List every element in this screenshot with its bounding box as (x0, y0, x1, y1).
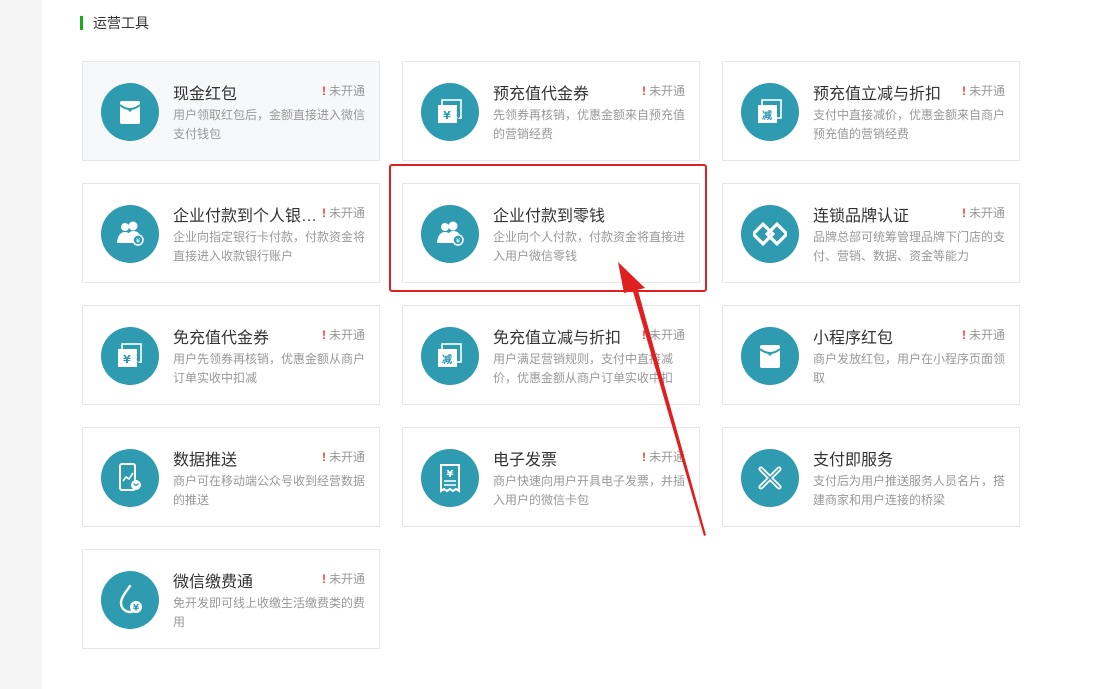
card-title: 预充值代金券 (493, 86, 590, 103)
status-badge: ! 未开通 (962, 82, 1005, 99)
alert-icon: ! (321, 84, 326, 98)
status-text: 未开通 (968, 206, 1005, 220)
card-title: 数据推送 (173, 452, 238, 469)
card-title: 电子发票 (493, 452, 558, 469)
status-badge: ! 未开通 (322, 82, 365, 99)
bill-payment-icon: ¥ (101, 571, 159, 629)
svg-text:¥: ¥ (123, 353, 131, 366)
status-badge: ! 未开通 (642, 326, 685, 343)
card-description: 商户发放红包，用户在小程序页面领取 (813, 352, 1006, 385)
svg-text:¥: ¥ (133, 604, 140, 614)
card-description: 免开发即可线上收缴生活缴费类的费用 (173, 596, 366, 629)
tool-card[interactable]: ¥ 企业付款到零钱企业向个人付款，付款资金将直接进入用户微信零钱 (402, 183, 700, 283)
discount-voucher-icon: 减 (741, 83, 799, 141)
alert-icon: ! (961, 328, 966, 342)
status-badge: ! 未开通 (962, 204, 1005, 221)
status-badge: ! 未开通 (642, 82, 685, 99)
card-description: 商户可在移动端公众号收到经营数据的推送 (173, 474, 366, 507)
tool-card[interactable]: 减预充值立减与折扣! 未开通 支付中直接减价，优惠金额来自商户预充值的营销经费 (722, 61, 1020, 161)
red-packet-icon (101, 83, 159, 141)
card-description: 品牌总部可统筹管理品牌下门店的支付、营销、数据、资金等能力 (813, 230, 1006, 263)
alert-icon: ! (961, 206, 966, 220)
card-description: 企业向个人付款，付款资金将直接进入用户微信零钱 (493, 230, 686, 263)
alert-icon: ! (321, 328, 326, 342)
tool-card[interactable]: 数据推送! 未开通 商户可在移动端公众号收到经营数据的推送 (82, 427, 380, 527)
tool-card[interactable]: 支付即服务支付后为用户推送服务人员名片，搭建商家和用户连接的桥梁 (722, 427, 1020, 527)
alert-icon: ! (321, 572, 326, 586)
card-description: 用户先领券再核销，优惠金额从商户订单实收中扣减 (173, 352, 366, 385)
status-text: 未开通 (328, 450, 365, 464)
section-accent-bar (80, 16, 83, 30)
svg-text:¥: ¥ (447, 469, 454, 480)
discount-voucher-icon: 减 (421, 327, 479, 385)
status-badge: ! 未开通 (322, 448, 365, 465)
tool-card[interactable]: 现金红包! 未开通 用户领取红包后，金额直接进入微信支付钱包 (82, 61, 380, 161)
tool-card[interactable]: ¥ 企业付款到个人银行卡! 未开通企业向指定银行卡付款，付款资金将直接进入收款银行账… (82, 183, 380, 283)
card-description: 支付后为用户推送服务人员名片，搭建商家和用户连接的桥梁 (813, 474, 1006, 507)
status-badge: ! 未开通 (322, 326, 365, 343)
alert-icon: ! (961, 84, 966, 98)
status-badge: ! 未开通 (642, 448, 685, 465)
status-text: 未开通 (328, 206, 365, 220)
people-payment-icon: ¥ (101, 205, 159, 263)
svg-text:¥: ¥ (443, 109, 451, 122)
tool-card[interactable]: ¥ 电子发票! 未开通 商户快速向用户开具电子发票，并插入用户的微信卡包 (402, 427, 700, 527)
status-badge: ! 未开通 (322, 204, 365, 221)
card-title: 小程序红包 (813, 330, 894, 347)
status-text: 未开通 (648, 328, 685, 342)
svg-text:减: 减 (762, 109, 772, 122)
yuan-voucher-icon: ¥ (421, 83, 479, 141)
status-text: 未开通 (328, 84, 365, 98)
card-title: 免充值立减与折扣 (493, 330, 622, 347)
red-packet-icon (741, 327, 799, 385)
card-title: 预充值立减与折扣 (813, 86, 942, 103)
card-description: 用户满足营销规则，支付中直接减价，优惠金额从商户订单实收中扣 (493, 352, 674, 385)
card-title: 免充值代金券 (173, 330, 270, 347)
status-text: 未开通 (648, 450, 685, 464)
invoice-icon: ¥ (421, 449, 479, 507)
svg-text:¥: ¥ (456, 237, 461, 245)
status-badge: ! 未开通 (962, 326, 1005, 343)
card-description: 先领券再核销，优惠金额来自预充值的营销经费 (493, 108, 686, 141)
tool-card[interactable]: 小程序红包! 未开通 商户发放红包，用户在小程序页面领取 (722, 305, 1020, 405)
alert-icon: ! (641, 84, 646, 98)
status-text: 未开通 (968, 84, 1005, 98)
card-title: 企业付款到个人银行卡 (173, 208, 323, 225)
card-title: 连锁品牌认证 (813, 208, 910, 225)
status-badge: ! 未开通 (322, 570, 365, 587)
mobile-chart-icon (101, 449, 159, 507)
section-header: 运营工具 (80, 14, 149, 32)
card-description: 企业向指定银行卡付款，付款资金将直接进入收款银行账户 (173, 230, 366, 263)
tool-card[interactable]: 减免充值立减与折扣! 未开通 用户满足营销规则，支付中直接减价，优惠金额从商户订单实… (402, 305, 700, 405)
card-description: 商户快速向用户开具电子发票，并插入用户的微信卡包 (493, 474, 686, 507)
people-payment-icon: ¥ (421, 205, 479, 263)
status-text: 未开通 (328, 572, 365, 586)
status-text: 未开通 (968, 328, 1005, 342)
alert-icon: ! (321, 206, 326, 220)
card-title: 企业付款到零钱 (493, 208, 606, 225)
card-title: 现金红包 (173, 86, 238, 103)
yuan-voucher-icon: ¥ (101, 327, 159, 385)
status-text: 未开通 (328, 328, 365, 342)
status-text: 未开通 (648, 84, 685, 98)
tool-card[interactable]: 连锁品牌认证! 未开通 品牌总部可统筹管理品牌下门店的支付、营销、数据、资金等能力 (722, 183, 1020, 283)
card-title: 微信缴费通 (173, 574, 254, 591)
tool-card[interactable]: ¥ 预充值代金券! 未开通 先领券再核销，优惠金额来自预充值的营销经费 (402, 61, 700, 161)
svg-text:¥: ¥ (136, 237, 141, 245)
alert-icon: ! (641, 328, 646, 342)
card-description: 支付中直接减价，优惠金额来自商户预充值的营销经费 (813, 108, 1006, 141)
chain-link-icon (741, 205, 799, 263)
alert-icon: ! (641, 450, 646, 464)
alert-icon: ! (321, 450, 326, 464)
tool-card[interactable]: ¥ 免充值代金券! 未开通 用户先领券再核销，优惠金额从商户订单实收中扣减 (82, 305, 380, 405)
card-description: 用户领取红包后，金额直接进入微信支付钱包 (173, 108, 366, 141)
svg-text:减: 减 (442, 353, 452, 366)
tool-card[interactable]: ¥ 微信缴费通! 未开通 免开发即可线上收缴生活缴费类的费用 (82, 549, 380, 649)
cross-link-icon (741, 449, 799, 507)
card-title: 支付即服务 (813, 452, 894, 469)
section-title: 运营工具 (93, 15, 149, 31)
